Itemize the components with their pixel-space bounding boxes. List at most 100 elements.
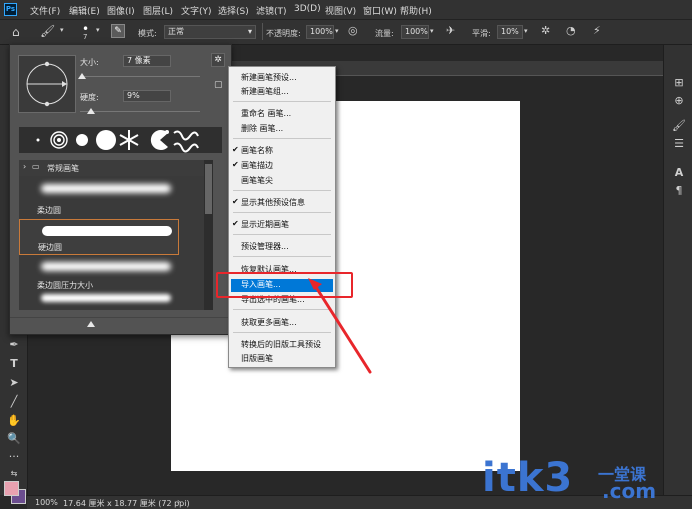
mode-select[interactable]: 正常 ▾ xyxy=(164,25,256,39)
check-icon: ✔ xyxy=(232,197,239,206)
menu-file[interactable]: 文件(F) xyxy=(30,4,60,17)
hardness-label: 硬度: xyxy=(80,93,99,102)
menu-window[interactable]: 窗口(W) xyxy=(363,4,397,17)
menu-item-brush-name[interactable]: 画笔名称 xyxy=(241,145,273,156)
menu-type[interactable]: 文字(Y) xyxy=(181,4,212,17)
pen-tool-icon[interactable]: ✒ xyxy=(6,337,22,353)
menu-item-rename[interactable]: 重命名 画笔... xyxy=(241,108,291,119)
history-panel-icon[interactable]: ⊞ xyxy=(671,75,687,91)
size-input[interactable]: 7 像素 xyxy=(123,55,171,67)
hardness-slider[interactable] xyxy=(80,111,200,112)
menu-edit[interactable]: 编辑(E) xyxy=(69,4,100,17)
list-item[interactable]: 柔边圆 xyxy=(19,178,204,218)
chevron-down-icon[interactable]: ▾ xyxy=(60,26,64,34)
hand-tool-icon[interactable]: ✋ xyxy=(6,413,22,429)
scrollbar-thumb[interactable] xyxy=(205,164,212,214)
menu-select[interactable]: 选择(S) xyxy=(218,4,249,17)
status-expand-icon[interactable]: › xyxy=(177,497,180,506)
size-label: 大小: xyxy=(80,58,99,67)
menu-item-preset-manager[interactable]: 预设管理器... xyxy=(241,241,289,252)
menu-layer[interactable]: 图层(L) xyxy=(143,4,173,17)
size-slider[interactable] xyxy=(80,76,200,77)
list-item-selected[interactable]: 硬边圆 xyxy=(19,219,179,255)
type-tool-icon[interactable]: T xyxy=(6,356,22,372)
brush-name: 硬边圆 xyxy=(38,243,62,252)
paragraph-panel-icon[interactable]: ¶ xyxy=(671,183,687,199)
smoothing-input[interactable]: 10% xyxy=(497,25,523,39)
menu-item-brush-tip[interactable]: 画笔笔尖 xyxy=(241,175,273,186)
mode-label: 模式: xyxy=(138,29,157,38)
airbrush-icon[interactable]: ✈ xyxy=(446,24,455,37)
pressure-opacity-icon[interactable]: ◎ xyxy=(348,24,358,37)
new-preset-icon[interactable]: ▢ xyxy=(214,80,223,90)
menu-help[interactable]: 帮助(H) xyxy=(400,4,432,17)
tip-pacman-icon xyxy=(150,130,169,150)
folder-icon: ▭ xyxy=(32,162,40,171)
character-panel-icon[interactable]: A xyxy=(671,165,687,181)
size-slider-thumb[interactable] xyxy=(78,73,87,79)
more-tools-icon[interactable]: ··· xyxy=(6,449,22,465)
opacity-label: 不透明度: xyxy=(266,29,301,38)
flow-chevron-icon[interactable]: ▾ xyxy=(430,27,434,35)
check-icon: ✔ xyxy=(232,160,239,169)
menu-item-new-preset[interactable]: 新建画笔预设... xyxy=(241,72,297,83)
brush-group-header[interactable]: › ▭ 常规画笔 xyxy=(19,160,204,176)
flow-input[interactable]: 100% xyxy=(401,25,429,39)
group-chevron-icon: › xyxy=(23,162,27,171)
document-info: 17.64 厘米 x 18.77 厘米 (72 ppi) xyxy=(63,499,190,508)
mode-chevron-icon: ▾ xyxy=(247,27,252,36)
hardness-input[interactable]: 9% xyxy=(123,90,171,102)
line-tool-icon[interactable]: ╱ xyxy=(6,394,22,410)
path-select-tool-icon[interactable]: ➤ xyxy=(6,375,22,391)
tip-hard-small-icon xyxy=(36,138,40,142)
menu-3d[interactable]: 3D(D) xyxy=(294,4,321,14)
swap-colors-icon[interactable]: ⇆ xyxy=(6,466,22,482)
panel-gear-icon[interactable]: ✲ xyxy=(211,53,225,67)
menu-item-show-info[interactable]: 显示其他预设信息 xyxy=(241,197,305,208)
symmetry-icon[interactable]: ⚡ xyxy=(593,24,601,37)
menu-item-legacy-brushes[interactable]: 旧版画笔 xyxy=(241,353,273,364)
watermark-logo: itk3 一堂课 .com xyxy=(482,455,682,505)
foreground-color-swatch[interactable] xyxy=(4,481,19,496)
home-icon[interactable]: ⌂ xyxy=(12,25,20,39)
brush-settings-toggle-icon[interactable]: ✎ xyxy=(111,24,125,38)
zoom-tool-icon[interactable]: 🔍 xyxy=(6,431,22,447)
menu-item-get-more[interactable]: 获取更多画笔... xyxy=(241,317,297,328)
list-item[interactable]: 柔边圆压力大小 xyxy=(19,256,204,302)
menu-item-brush-stroke[interactable]: 画笔描边 xyxy=(241,160,273,171)
watermark-domain: .com xyxy=(602,479,657,503)
properties-panel-icon[interactable]: ⊕ xyxy=(671,93,687,109)
brush-stroke-preview xyxy=(41,294,171,302)
tip-round-medium-icon xyxy=(76,134,88,146)
brush-settings-panel-icon[interactable]: ☰ xyxy=(671,136,687,152)
smoothing-chevron-icon[interactable]: ▾ xyxy=(524,27,528,35)
zoom-level[interactable]: 100% xyxy=(35,498,58,507)
pressure-size-icon[interactable]: ◔ xyxy=(566,24,576,37)
menu-item-delete[interactable]: 删除 画笔... xyxy=(241,123,283,134)
brush-angle-preview[interactable] xyxy=(18,55,76,113)
tip-snowflake-icon xyxy=(119,130,139,150)
gear-icon[interactable]: ✲ xyxy=(541,24,550,37)
right-panel-strip: ⊞ ⊕ 🖌 ☰ A ¶ xyxy=(663,45,692,495)
tip-concentric-icon xyxy=(50,131,68,149)
hardness-slider-thumb[interactable] xyxy=(86,108,95,114)
annotation-arrow-icon xyxy=(308,278,372,374)
preview-size-slider-thumb[interactable] xyxy=(87,321,95,327)
menu-image[interactable]: 图像(I) xyxy=(107,4,135,17)
brush-list-scrollbar[interactable] xyxy=(204,160,213,310)
menu-view[interactable]: 视图(V) xyxy=(325,4,356,17)
menu-item-show-recent[interactable]: 显示近期画笔 xyxy=(241,219,289,230)
brush-picker-chevron-icon[interactable]: ▾ xyxy=(96,26,100,34)
brush-panel-icon[interactable]: 🖌 xyxy=(671,118,687,134)
smoothing-label: 平滑: xyxy=(472,29,491,38)
opacity-input[interactable]: 100% xyxy=(306,25,334,39)
brush-tool-icon[interactable]: 🖌 xyxy=(40,24,55,38)
watermark-brand: itk3 xyxy=(482,455,574,501)
menu-filter[interactable]: 滤镜(T) xyxy=(256,4,287,17)
menu-bar: Ps 文件(F) 编辑(E) 图像(I) 图层(L) 文字(Y) 选择(S) 滤… xyxy=(0,0,692,20)
menu-item-new-group[interactable]: 新建画笔组... xyxy=(241,86,289,97)
brush-stroke-preview xyxy=(41,262,171,271)
group-name: 常规画笔 xyxy=(47,164,79,173)
brush-angle-circle-icon xyxy=(26,61,68,107)
opacity-chevron-icon[interactable]: ▾ xyxy=(335,27,339,35)
